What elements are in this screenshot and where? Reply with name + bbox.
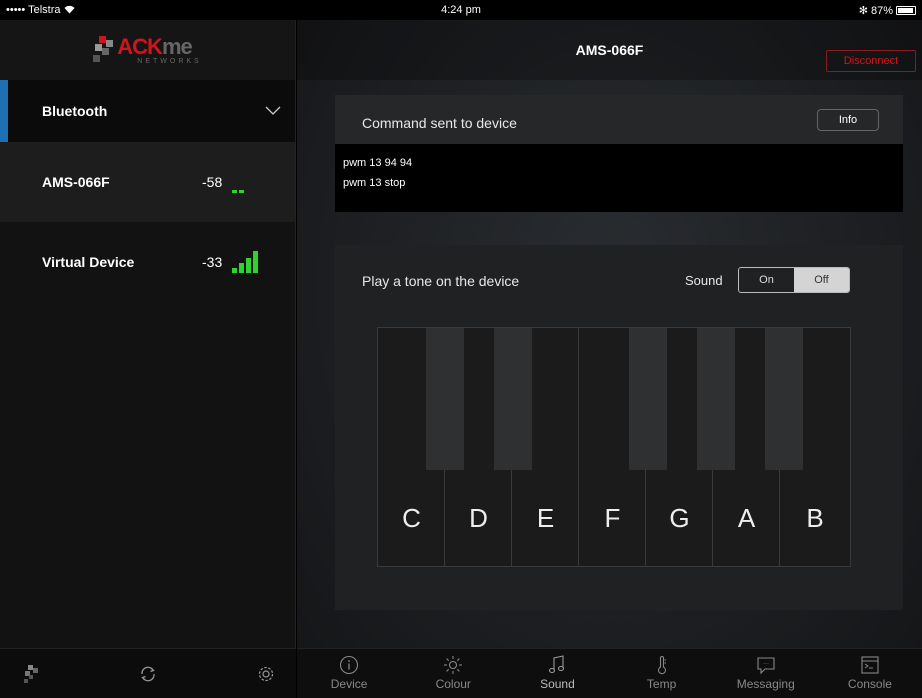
signal-bar — [246, 190, 251, 193]
logo-ack: ACK — [117, 33, 163, 59]
command-panel-label: Command sent to device — [362, 115, 517, 131]
refresh-icon[interactable] — [138, 664, 158, 684]
tab-label: Messaging — [736, 677, 795, 691]
gear-icon[interactable] — [256, 664, 276, 684]
piano-keyboard: C D E F G A B — [377, 327, 851, 567]
tab-label: Temp — [646, 677, 677, 691]
sidebar: ACKme NETWORKS Bluetooth AMS-066F -58 Vi… — [0, 20, 296, 698]
key-label: E — [536, 503, 555, 533]
status-bar: ••••• Telstra 4:24 pm ✻ 87% — [0, 0, 922, 20]
bluetooth-icon: ✻ — [858, 5, 868, 17]
key-label: B — [806, 503, 824, 533]
signal-bar — [253, 190, 258, 193]
logo-bar: ACKme NETWORKS — [0, 20, 295, 80]
piano-black-key-d-sharp[interactable] — [494, 328, 532, 470]
sound-toggle: On Off — [738, 267, 850, 293]
device-name: Virtual Device — [42, 254, 135, 270]
signal-bar — [232, 268, 237, 273]
key-label: A — [737, 503, 756, 533]
piano-black-key-c-sharp[interactable] — [426, 328, 464, 470]
signal-strength-icon — [232, 171, 258, 193]
tab-console[interactable]: Console — [818, 649, 922, 698]
logo-sub: NETWORKS — [137, 57, 202, 65]
signal-bar — [246, 258, 251, 273]
sidebar-toolbar — [0, 648, 296, 698]
piano-black-key-a-sharp[interactable] — [765, 328, 803, 470]
sound-label: Sound — [685, 273, 723, 288]
signal-bar — [239, 190, 244, 193]
bluetooth-section-header[interactable]: Bluetooth — [0, 80, 295, 142]
sound-off-option[interactable]: Off — [794, 268, 849, 292]
sound-on-option[interactable]: On — [739, 268, 794, 292]
sun-icon — [444, 656, 463, 674]
device-row-ams-066f[interactable]: AMS-066F -58 — [0, 142, 295, 222]
ackme-mark-icon[interactable] — [22, 664, 42, 684]
log-line: pwm 13 94 94 — [343, 157, 413, 169]
tab-messaging[interactable]: ··· Messaging — [714, 649, 818, 698]
tab-colour[interactable]: Colour — [401, 649, 505, 698]
battery-icon — [896, 6, 916, 15]
signal-strength-icon — [232, 251, 258, 273]
section-title: Bluetooth — [42, 103, 108, 119]
key-label: G — [669, 503, 690, 533]
tab-device[interactable]: Device — [297, 649, 401, 698]
tab-temp[interactable]: Temp — [610, 649, 714, 698]
log-line: pwm 13 stop — [343, 177, 406, 189]
tab-label: Sound — [540, 677, 575, 691]
logo-text: ACKme NETWORKS — [117, 33, 202, 65]
signal-bar — [239, 263, 244, 273]
command-log[interactable]: pwm 13 94 94 pwm 13 stop — [335, 144, 903, 212]
tab-label: Console — [847, 677, 892, 691]
tone-panel-label: Play a tone on the device — [362, 273, 520, 289]
disconnect-button[interactable]: Disconnect — [826, 50, 916, 72]
device-rssi: -58 — [202, 174, 223, 190]
key-label: C — [402, 503, 421, 533]
chevron-down-icon — [265, 106, 281, 115]
main-panel: AMS-066F Disconnect Command sent to devi… — [297, 20, 922, 698]
device-rssi: -33 — [202, 254, 223, 270]
music-note-icon — [549, 655, 565, 674]
battery-percent: 87% — [870, 4, 893, 17]
key-label: F — [604, 503, 621, 533]
chat-bubble-icon: ··· — [757, 657, 775, 675]
ackme-logo: ACKme NETWORKS — [93, 33, 202, 65]
info-button[interactable]: Info — [817, 109, 879, 131]
signal-bar — [253, 251, 258, 273]
info-icon — [340, 655, 359, 675]
terminal-icon — [861, 656, 879, 674]
key-label: D — [469, 503, 488, 533]
piano-black-key-g-sharp[interactable] — [697, 328, 735, 470]
logo-mark-icon — [93, 36, 114, 64]
tab-bar: Device Colour Sound Temp ··· Messaging C… — [297, 648, 922, 698]
command-panel: Command sent to device Info pwm 13 94 94… — [335, 95, 903, 212]
thermometer-icon — [657, 656, 666, 675]
status-time: 4:24 pm — [441, 4, 481, 16]
logo-me: me — [161, 33, 193, 59]
top-bar: AMS-066F Disconnect — [297, 20, 922, 80]
signal-bar — [232, 190, 237, 193]
tab-label: Colour — [435, 677, 471, 691]
tone-panel: Play a tone on the device Sound On Off C… — [335, 245, 903, 610]
device-row-virtual-device[interactable]: Virtual Device -33 — [0, 222, 295, 302]
piano-black-key-f-sharp[interactable] — [629, 328, 667, 470]
section-accent — [0, 80, 8, 142]
device-name: AMS-066F — [42, 174, 110, 190]
tab-label: Device — [330, 677, 368, 691]
svg-text:···: ··· — [763, 661, 769, 668]
tab-sound[interactable]: Sound — [505, 649, 609, 698]
status-right: ✻ 87% — [859, 4, 916, 17]
